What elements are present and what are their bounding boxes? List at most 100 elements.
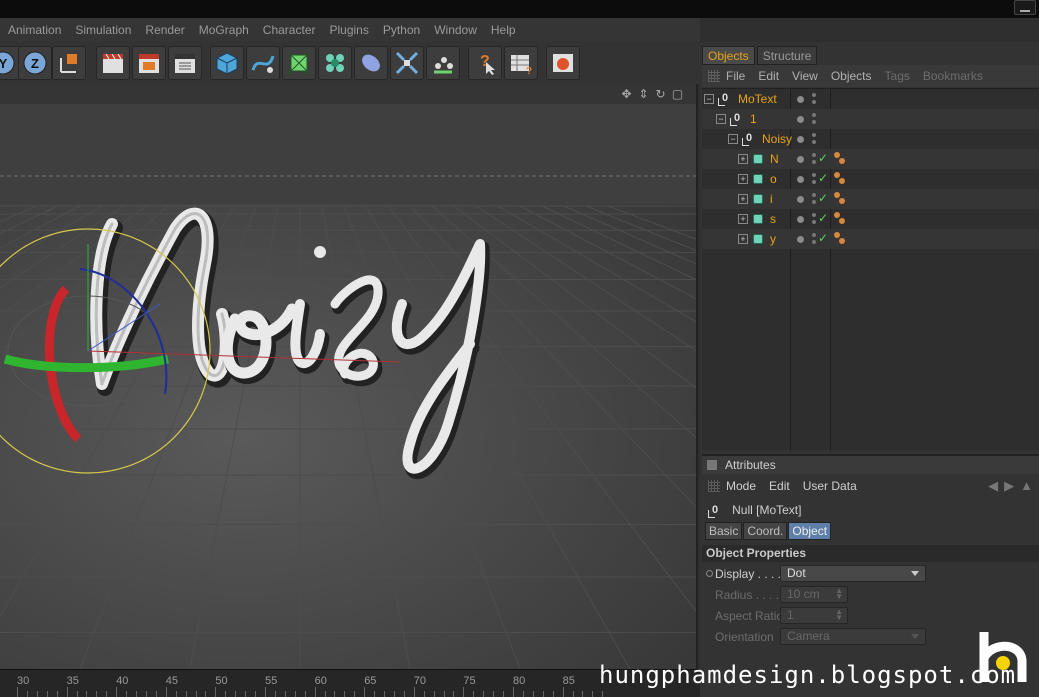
collapse-icon[interactable]: −	[728, 134, 738, 144]
expand-icon[interactable]: +	[738, 154, 748, 164]
attr-menu-mode[interactable]: Mode	[726, 479, 756, 493]
object-row-n[interactable]: + N ✓	[702, 149, 1039, 169]
deformer-button[interactable]	[354, 46, 388, 80]
tab-objects[interactable]: Objects	[702, 46, 755, 65]
menu-item-help[interactable]: Help	[491, 23, 516, 37]
animate-bullet-icon[interactable]	[706, 570, 713, 577]
object-name[interactable]: s	[770, 212, 776, 226]
expand-icon[interactable]: +	[738, 194, 748, 204]
om-menu-edit[interactable]: Edit	[758, 69, 779, 83]
attr-tab-coord[interactable]: Coord.	[743, 522, 788, 540]
menu-item-animation[interactable]: Animation	[8, 23, 61, 37]
render-picture-viewer-button[interactable]	[132, 46, 166, 80]
object-row-noisy[interactable]: −0 Noisy	[702, 129, 1039, 149]
enabled-check-icon[interactable]: ✓	[818, 211, 828, 225]
object-manager-list[interactable]: −0 MoText −0 1−0 Noisy + N ✓ + o ✓ + i ✓ + s ✓ + y ✓	[702, 88, 1039, 451]
cube-primitive-button[interactable]	[210, 46, 244, 80]
enabled-check-icon[interactable]: ✓	[818, 191, 828, 205]
object-name[interactable]: MoText	[738, 92, 777, 106]
menu-item-plugins[interactable]: Plugins	[329, 23, 368, 37]
attr-tab-object[interactable]: Object	[788, 522, 832, 540]
editor-visibility-icon[interactable]	[812, 193, 816, 197]
panel-menu-icon[interactable]	[707, 460, 717, 470]
enabled-check-icon[interactable]: ✓	[818, 151, 828, 165]
render-visibility-icon[interactable]	[812, 140, 816, 144]
object-name[interactable]: Noisy	[762, 132, 792, 146]
material-tag-icon[interactable]	[834, 152, 846, 166]
layer-dot-icon[interactable]	[797, 116, 804, 123]
rotate-view-icon[interactable]: ↻	[654, 87, 667, 101]
enabled-check-icon[interactable]: ✓	[818, 231, 828, 245]
render-visibility-icon[interactable]	[812, 200, 816, 204]
layer-dot-icon[interactable]	[797, 176, 804, 183]
radius-input[interactable]: 10 cm ▲ ▼	[780, 586, 848, 603]
layer-dot-icon[interactable]	[797, 196, 804, 203]
render-view-button[interactable]	[96, 46, 130, 80]
timeline-ruler[interactable]: 30 35 40 45 50 55 60 65 70 75 80 85	[0, 669, 700, 697]
object-row-o[interactable]: + o ✓	[702, 169, 1039, 189]
editor-visibility-icon[interactable]	[812, 233, 816, 237]
om-menu-bookmarks[interactable]: Bookmarks	[923, 69, 983, 83]
layer-dot-icon[interactable]	[797, 216, 804, 223]
editor-visibility-icon[interactable]	[812, 113, 816, 117]
z-axis-button[interactable]: Z	[18, 46, 52, 80]
expand-icon[interactable]: +	[738, 234, 748, 244]
dolly-view-icon[interactable]: ⇕	[637, 87, 650, 101]
object-name[interactable]: 1	[750, 112, 757, 126]
attr-tab-basic[interactable]: Basic	[705, 522, 743, 540]
editor-visibility-icon[interactable]	[812, 213, 816, 217]
collapse-icon[interactable]: −	[716, 114, 726, 124]
object-row-motext[interactable]: −0 MoText	[702, 89, 1039, 109]
content-browser-button[interactable]	[546, 46, 580, 80]
editor-visibility-icon[interactable]	[812, 173, 816, 177]
om-menu-tags[interactable]: Tags	[885, 69, 910, 83]
menu-item-character[interactable]: Character	[263, 23, 316, 37]
menu-item-window[interactable]: Window	[434, 23, 477, 37]
up-arrow-icon[interactable]: ▲	[1020, 478, 1033, 494]
layer-dot-icon[interactable]	[797, 96, 804, 103]
material-tag-icon[interactable]	[834, 232, 846, 246]
object-row-1[interactable]: −0 1	[702, 109, 1039, 129]
render-visibility-icon[interactable]	[812, 100, 816, 104]
render-settings-button[interactable]	[168, 46, 202, 80]
render-visibility-icon[interactable]	[812, 120, 816, 124]
object-name[interactable]: y	[770, 232, 776, 246]
spline-pen-button[interactable]	[246, 46, 280, 80]
help-cursor-button[interactable]: ?	[468, 46, 502, 80]
3d-viewport[interactable]: ✥ ⇕ ↻ ▢	[0, 84, 698, 669]
coordinate-system-button[interactable]	[52, 46, 86, 80]
render-visibility-icon[interactable]	[812, 180, 816, 184]
layer-button[interactable]: ?	[504, 46, 538, 80]
environment-button[interactable]	[426, 46, 460, 80]
object-name[interactable]: i	[770, 192, 773, 206]
object-name[interactable]: N	[770, 152, 779, 166]
menu-item-python[interactable]: Python	[383, 23, 420, 37]
menu-item-simulation[interactable]: Simulation	[75, 23, 131, 37]
nurbs-button[interactable]	[282, 46, 316, 80]
layer-dot-icon[interactable]	[797, 156, 804, 163]
editor-visibility-icon[interactable]	[812, 153, 816, 157]
render-visibility-icon[interactable]	[812, 220, 816, 224]
om-menu-objects[interactable]: Objects	[831, 69, 872, 83]
layer-dot-icon[interactable]	[797, 136, 804, 143]
orientation-dropdown[interactable]: Camera	[780, 628, 926, 645]
aspect-ratio-input[interactable]: 1 ▲ ▼	[780, 607, 848, 624]
material-tag-icon[interactable]	[834, 212, 846, 226]
om-menu-view[interactable]: View	[792, 69, 818, 83]
attr-menu-edit[interactable]: Edit	[769, 479, 790, 493]
material-tag-icon[interactable]	[834, 192, 846, 206]
collapse-icon[interactable]: −	[704, 94, 714, 104]
editor-visibility-icon[interactable]	[812, 93, 816, 97]
om-menu-file[interactable]: File	[726, 69, 745, 83]
render-visibility-icon[interactable]	[812, 240, 816, 244]
expand-icon[interactable]: +	[738, 174, 748, 184]
menu-item-render[interactable]: Render	[145, 23, 184, 37]
render-visibility-icon[interactable]	[812, 160, 816, 164]
minimize-button[interactable]	[1014, 0, 1036, 15]
move-view-icon[interactable]: ✥	[620, 87, 633, 101]
object-name[interactable]: o	[770, 172, 777, 186]
object-row-i[interactable]: + i ✓	[702, 189, 1039, 209]
enabled-check-icon[interactable]: ✓	[818, 171, 828, 185]
y-axis-button[interactable]: Y	[0, 46, 20, 80]
scene-button[interactable]	[390, 46, 424, 80]
